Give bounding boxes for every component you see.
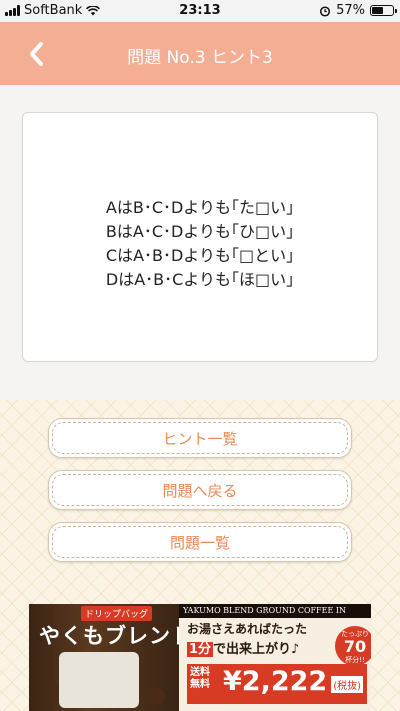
badge-number: 70 — [343, 637, 367, 656]
ad-cups-badge: たっぷり 70 杯分!! — [335, 626, 371, 666]
battery-cap — [395, 9, 397, 13]
ad-price-box: 送料無料 ¥2,222 (税抜) — [187, 664, 367, 704]
ad-tax: (税抜) — [331, 676, 363, 693]
hint-text: AはB･C･Dよりも｢た□い｣ BはA･C･Dよりも｢ひ□い｣ CはA･B･Dよ… — [106, 196, 294, 292]
status-right: 57% — [319, 3, 397, 18]
battery-percent: 57% — [336, 3, 365, 18]
hint-line-d: DはA･B･Cよりも｢ほ□い｣ — [105, 270, 295, 289]
ad-copy-highlight: 1分 — [187, 642, 214, 657]
ad-copy-line2-rest: で出来上がり♪ — [213, 642, 300, 657]
alarm-icon — [320, 5, 331, 17]
question-list-button[interactable]: 問題一覧 — [48, 522, 352, 562]
ad-price: ¥2,222 — [223, 666, 328, 697]
status-bar: SoftBank 23:13 57% — [0, 0, 400, 22]
ad-header-text: YAKUMO BLEND GROUND COFFEE IN — [179, 604, 371, 618]
ad-copy-line2: 1分 で出来上がり♪ — [187, 638, 299, 657]
ad-tag: ドリップバッグ — [81, 606, 153, 621]
coffee-cup-image — [59, 652, 139, 708]
battery-icon — [370, 5, 397, 16]
ad-brand: やくもブレンド — [39, 623, 193, 648]
navigation-header: 問題 No.3 ヒント3 — [0, 22, 400, 85]
hint-list-button[interactable]: ヒント一覧 — [48, 418, 352, 458]
back-to-question-label: 問題へ戻る — [52, 474, 348, 506]
page-title: 問題 No.3 ヒント3 — [127, 48, 273, 68]
hint-card: AはB･C･Dよりも｢た□い｣ BはA･C･Dよりも｢ひ□い｣ CはA･B･Dよ… — [22, 112, 378, 362]
hint-line-b: BはA･C･Dよりも｢ひ□い｣ — [105, 222, 295, 241]
hint-list-label: ヒント一覧 — [52, 422, 348, 454]
back-to-question-button[interactable]: 問題へ戻る — [48, 470, 352, 510]
battery-fill — [372, 7, 383, 14]
hint-line-c: CはA･B･Dよりも｢□とい｣ — [105, 246, 295, 265]
question-list-label: 問題一覧 — [52, 526, 348, 558]
ad-banner[interactable]: ドリップバッグ やくもブレンド YAKUMO BLEND GROUND COFF… — [29, 604, 371, 711]
hint-line-a: AはB･C･Dよりも｢た□い｣ — [105, 198, 295, 217]
ad-copy-line1: お湯さえあればたった — [187, 622, 308, 636]
ad-shipping: 送料無料 — [190, 667, 210, 690]
